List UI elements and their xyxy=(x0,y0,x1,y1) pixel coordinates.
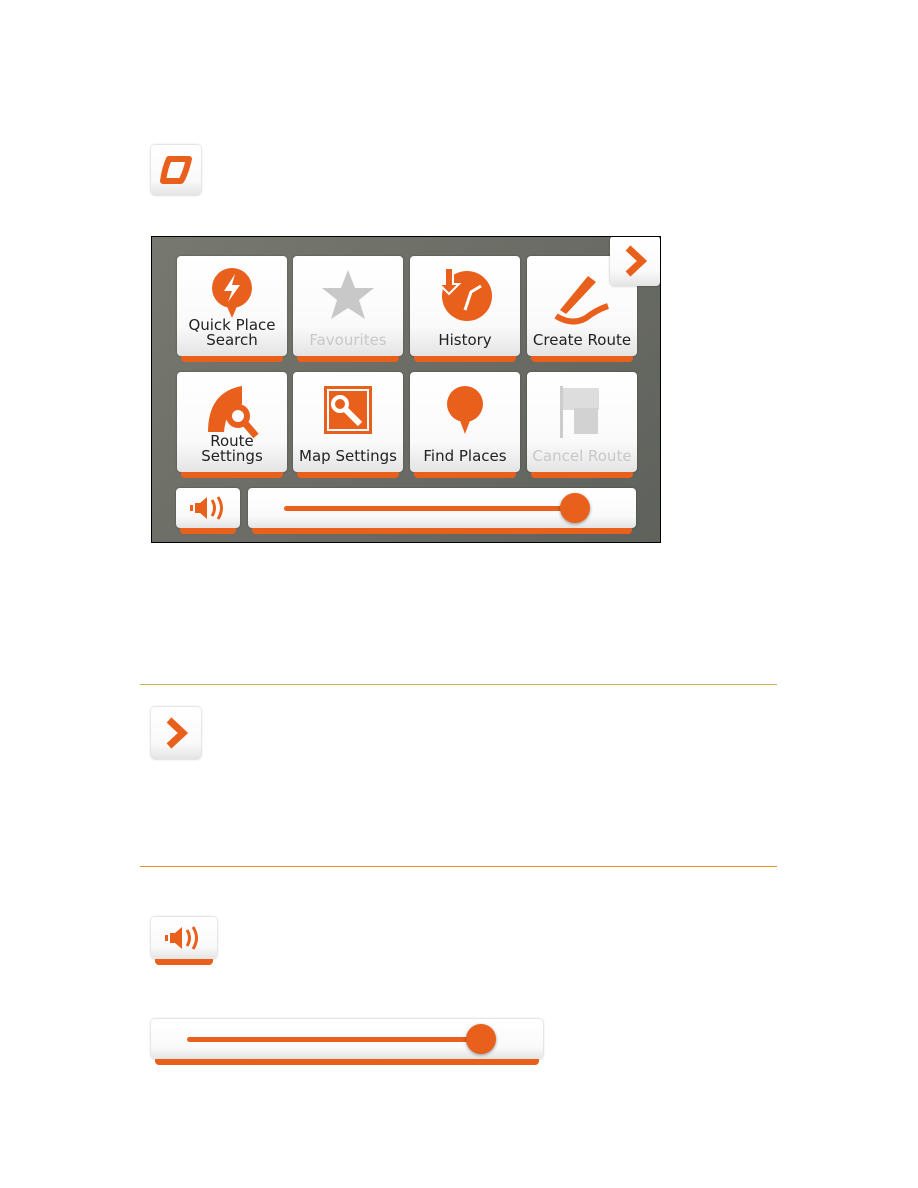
tile-label: Favourites xyxy=(309,331,387,349)
chevron-right-icon xyxy=(625,245,648,277)
tile-label: Settings xyxy=(201,447,263,465)
map-settings-icon xyxy=(324,386,372,434)
checkered-flag-icon xyxy=(560,386,599,438)
volume-slider[interactable] xyxy=(248,488,636,534)
tile-label: Cancel Route xyxy=(532,447,632,465)
tile-find-places[interactable]: Find Places xyxy=(410,372,520,478)
tile-quick-place-search[interactable]: Quick Place Search xyxy=(177,256,287,362)
document-page: Quick Place Search Favourites History Cre… xyxy=(0,0,918,1188)
slider-handle[interactable] xyxy=(559,493,590,523)
tile-route-settings[interactable]: Route Settings xyxy=(177,372,287,478)
star-icon xyxy=(322,270,374,319)
divider xyxy=(140,684,777,685)
slider-track xyxy=(284,506,575,511)
pin-icon xyxy=(447,386,483,434)
speaker-icon xyxy=(190,496,223,520)
volume-button[interactable] xyxy=(176,488,240,534)
slider-handle[interactable] xyxy=(466,1024,497,1054)
tile-label: Create Route xyxy=(532,331,632,349)
create-route-icon xyxy=(554,276,609,325)
next-page-button[interactable] xyxy=(610,237,660,286)
tile-favourites[interactable]: Favourites xyxy=(293,256,403,362)
tile-history[interactable]: History xyxy=(410,256,520,362)
slider-track xyxy=(187,1037,482,1042)
speaker-icon xyxy=(165,926,198,950)
divider xyxy=(140,866,777,867)
volume-button-illustration[interactable] xyxy=(151,917,217,965)
menu-button[interactable] xyxy=(151,145,201,195)
tile-label: History xyxy=(438,331,492,349)
tile-cancel-route[interactable]: Cancel Route xyxy=(527,372,637,478)
tile-label: Find Places xyxy=(423,447,507,465)
navigation-menu-screen: Quick Place Search Favourites History Cre… xyxy=(151,236,661,543)
tile-label: Map Settings xyxy=(299,447,397,465)
volume-slider-illustration[interactable] xyxy=(151,1019,543,1065)
tile-map-settings[interactable]: Map Settings xyxy=(293,372,403,478)
menu-icon xyxy=(160,156,192,184)
chevron-right-icon xyxy=(166,717,189,749)
history-icon xyxy=(436,267,492,321)
tile-label: Search xyxy=(206,331,258,349)
next-page-button-illustration[interactable] xyxy=(151,707,201,759)
